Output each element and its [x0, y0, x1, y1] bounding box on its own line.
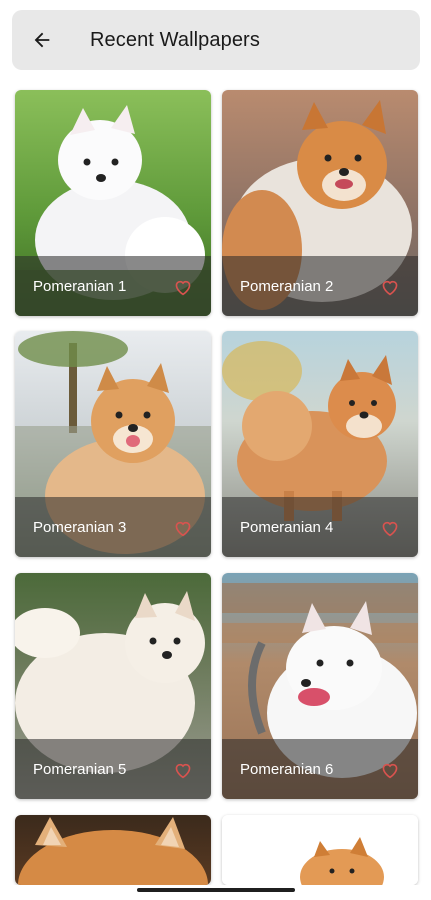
- heart-outline-icon[interactable]: [380, 761, 400, 779]
- wallpaper-title: Pomeranian 4: [240, 519, 334, 536]
- wallpaper-card[interactable]: [222, 815, 418, 885]
- wallpaper-card[interactable]: Pomeranian 5: [15, 573, 211, 799]
- wallpaper-title: Pomeranian 6: [240, 761, 334, 778]
- wallpaper-title: Pomeranian 5: [33, 761, 127, 778]
- heart-outline-icon[interactable]: [173, 761, 193, 779]
- heart-outline-icon[interactable]: [380, 519, 400, 537]
- wallpaper-grid: Pomeranian 1 Pomeranian 2 Pomeranian 3 P…: [0, 0, 431, 900]
- wallpaper-title: Pomeranian 1: [33, 278, 127, 295]
- wallpaper-card[interactable]: [15, 815, 211, 885]
- heart-outline-icon[interactable]: [173, 519, 193, 537]
- wallpaper-card[interactable]: Pomeranian 4: [222, 331, 418, 557]
- wallpaper-card[interactable]: Pomeranian 6: [222, 573, 418, 799]
- wallpaper-card[interactable]: Pomeranian 1: [15, 90, 211, 316]
- wallpaper-title: Pomeranian 3: [33, 519, 127, 536]
- pomeranian-photo: [300, 837, 384, 885]
- wallpaper-card[interactable]: Pomeranian 3: [15, 331, 211, 557]
- pomeranian-photo: [18, 817, 208, 885]
- heart-outline-icon[interactable]: [173, 278, 193, 296]
- wallpaper-card[interactable]: Pomeranian 2: [222, 90, 418, 316]
- home-indicator[interactable]: [137, 888, 295, 892]
- heart-outline-icon[interactable]: [380, 278, 400, 296]
- wallpaper-title: Pomeranian 2: [240, 278, 334, 295]
